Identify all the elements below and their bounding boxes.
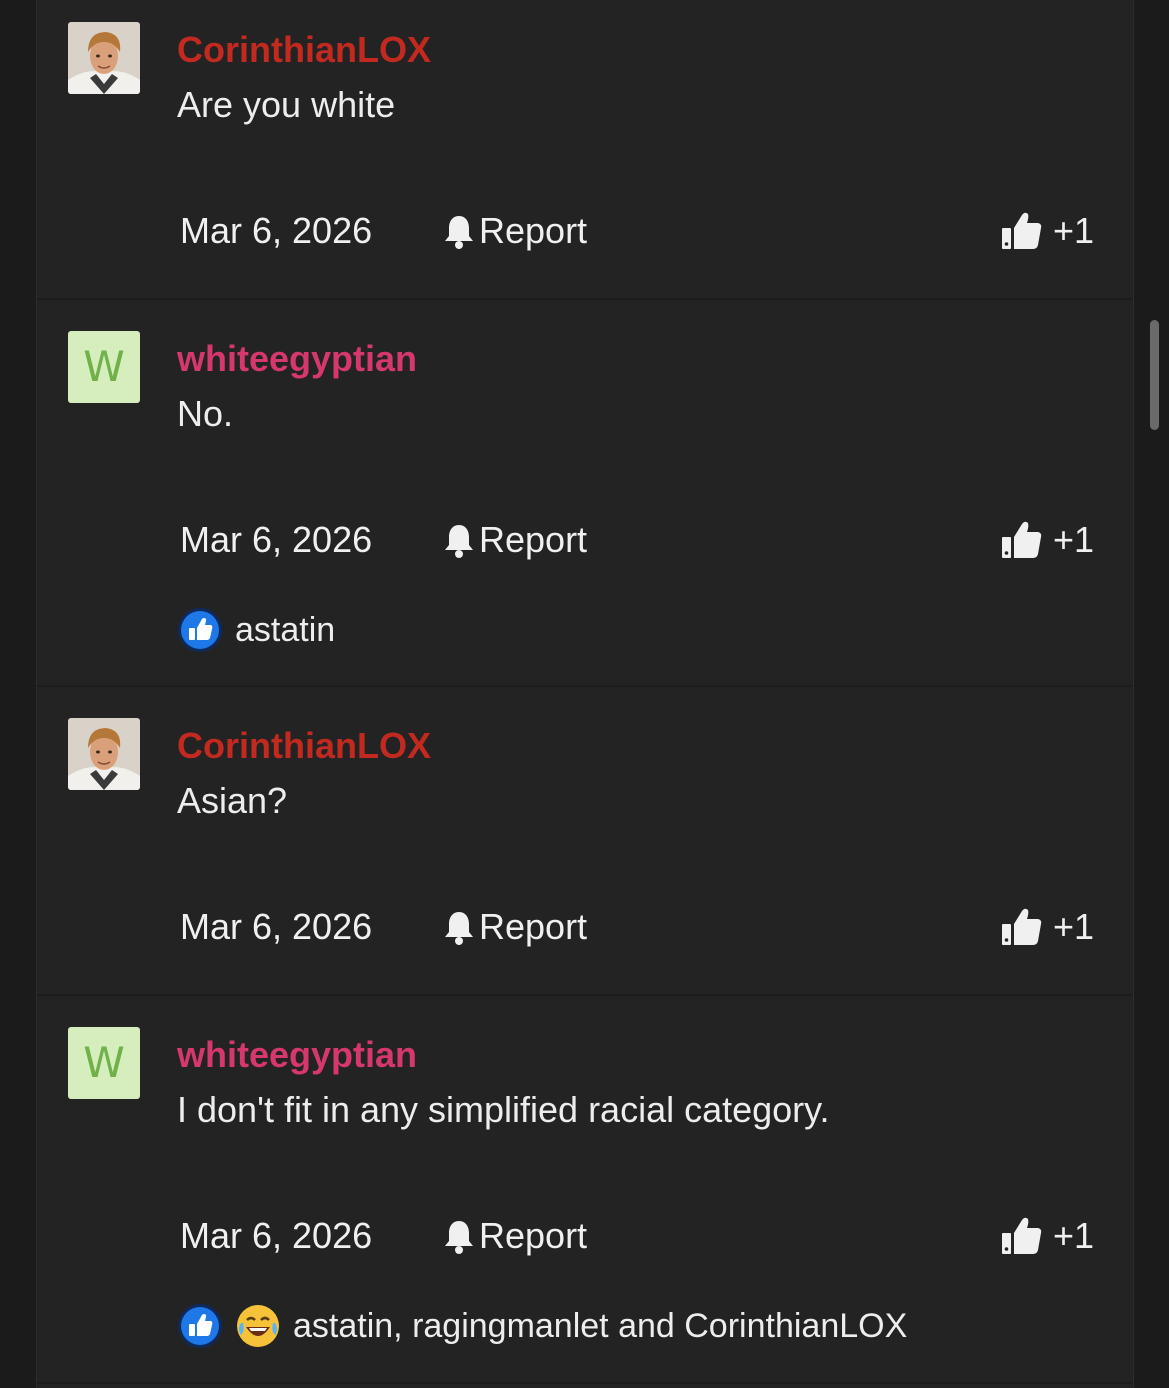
bell-icon: [445, 216, 473, 249]
report-button[interactable]: Report: [443, 210, 588, 251]
thumbs-up-icon: [1002, 212, 1042, 249]
reactions-summary[interactable]: astatin, ragingmanlet and CorinthianLOX: [177, 1303, 907, 1349]
thumbs-up-icon: [1002, 521, 1042, 558]
reactions-users: astatin: [235, 610, 336, 649]
username[interactable]: CorinthianLOX: [177, 30, 431, 70]
username[interactable]: whiteegyptian: [177, 339, 417, 379]
like-count: +1: [1053, 519, 1095, 560]
comment-date[interactable]: Mar 6, 2026: [180, 1216, 372, 1256]
report-button[interactable]: Report: [443, 906, 588, 947]
user-photo-avatar[interactable]: [68, 718, 140, 790]
user-photo-avatar[interactable]: [68, 22, 140, 94]
scrollbar-thumb[interactable]: [1150, 320, 1159, 430]
comment-date[interactable]: Mar 6, 2026: [180, 520, 372, 560]
comment-date[interactable]: Mar 6, 2026: [180, 907, 372, 947]
letter-avatar[interactable]: W: [68, 1027, 140, 1099]
bell-icon: [445, 525, 473, 558]
bell-icon: [445, 912, 473, 945]
comment-item: W whiteegyptian I don't fit in any simpl…: [37, 996, 1133, 1384]
comment-item: W whiteegyptian No. Mar 6, 2026 Report +…: [37, 300, 1133, 687]
comment-thread: CorinthianLOX Are you white Mar 6, 2026 …: [36, 0, 1134, 1388]
thumbs-up-reaction-icon: [178, 608, 222, 652]
report-label: Report: [479, 1215, 588, 1256]
laughing-crying-reaction-icon: [237, 1305, 279, 1347]
like-button[interactable]: +1: [1001, 210, 1095, 251]
comment-text: Asian?: [177, 780, 288, 821]
reactions-summary[interactable]: astatin: [177, 607, 335, 653]
like-count: +1: [1053, 1215, 1095, 1256]
comment-item: CorinthianLOX Are you white Mar 6, 2026 …: [37, 0, 1133, 300]
comment-text: I don't fit in any simplified racial cat…: [177, 1089, 830, 1130]
comment-text: Are you white: [177, 84, 396, 125]
like-button[interactable]: +1: [1001, 519, 1095, 560]
letter-avatar[interactable]: W: [68, 331, 140, 403]
comment-item: CorinthianLOX Asian? Mar 6, 2026 Report …: [37, 687, 1133, 996]
like-button[interactable]: +1: [1001, 906, 1095, 947]
comment-text: No.: [177, 393, 234, 434]
report-button[interactable]: Report: [443, 1215, 588, 1256]
comment-date[interactable]: Mar 6, 2026: [180, 211, 372, 251]
report-label: Report: [479, 519, 588, 560]
username[interactable]: whiteegyptian: [177, 1035, 417, 1075]
bell-icon: [445, 1221, 473, 1254]
like-count: +1: [1053, 210, 1095, 251]
reactions-users: astatin, ragingmanlet and CorinthianLOX: [293, 1306, 908, 1345]
thumbs-up-icon: [1002, 908, 1042, 945]
report-label: Report: [479, 210, 588, 251]
report-button[interactable]: Report: [443, 519, 588, 560]
thumbs-up-reaction-icon: [178, 1304, 222, 1348]
report-label: Report: [479, 906, 588, 947]
like-count: +1: [1053, 906, 1095, 947]
screen: CorinthianLOX Are you white Mar 6, 2026 …: [0, 0, 1169, 1388]
username[interactable]: CorinthianLOX: [177, 726, 431, 766]
thumbs-up-icon: [1002, 1217, 1042, 1254]
like-button[interactable]: +1: [1001, 1215, 1095, 1256]
